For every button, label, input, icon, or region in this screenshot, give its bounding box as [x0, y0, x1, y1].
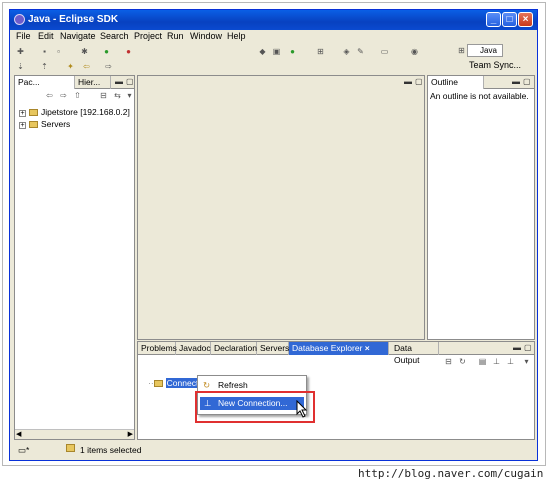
menu-help[interactable]: Help: [227, 31, 246, 41]
bottom-tabs: Problems Javadoc Declaration Servers Dat…: [138, 342, 534, 365]
minimize-view-icon[interactable]: ▬: [115, 77, 123, 86]
maximize-editor-icon[interactable]: ▢: [415, 77, 423, 86]
tab-package-explorer[interactable]: Pac...: [15, 76, 75, 89]
window-title: Java - Eclipse SDK: [28, 14, 119, 25]
folder-icon: [29, 121, 38, 128]
menu-window[interactable]: Window: [190, 31, 222, 41]
project-label: Jipetstore [192.168.0.2]: [41, 107, 130, 117]
new-package-icon[interactable]: ▣: [272, 47, 281, 56]
minimize-button[interactable]: _: [486, 12, 501, 27]
link-editor-icon[interactable]: ⇆: [113, 91, 122, 100]
tree-item-servers[interactable]: + Servers: [19, 119, 70, 129]
new-java-project-icon[interactable]: ◆: [258, 47, 267, 56]
status-icon: ▭*: [18, 445, 30, 455]
tab-problems[interactable]: Problems: [138, 342, 177, 355]
eclipse-icon: [14, 14, 25, 25]
java-perspective-button[interactable]: Java: [467, 44, 503, 57]
new-class-icon[interactable]: ●: [288, 47, 297, 56]
globe-icon[interactable]: ◉: [410, 47, 419, 56]
expand-icon[interactable]: +: [19, 110, 26, 117]
horizontal-scrollbar[interactable]: ◀ ▶: [15, 429, 134, 439]
tab-database-explorer-label: Database Explorer: [292, 343, 363, 353]
project-icon: [29, 109, 38, 116]
menu-navigate[interactable]: Navigate: [60, 31, 96, 41]
outline-message: An outline is not available.: [430, 91, 529, 101]
package-view-toolbar: ⇦ ⇨ ⇧ ⊟ ⇆ ▾: [15, 90, 134, 102]
open-folder-icon[interactable]: ▭: [380, 47, 389, 56]
scroll-left-icon[interactable]: ◀: [16, 430, 21, 438]
tree-item-project[interactable]: + Jipetstore [192.168.0.2]: [19, 107, 130, 117]
tab-data-output[interactable]: Data Output: [391, 342, 439, 365]
tab-hierarchy[interactable]: Hier...: [75, 76, 111, 89]
menu-search[interactable]: Search: [100, 31, 129, 41]
connections-icon: [153, 380, 163, 387]
menu-run[interactable]: Run: [167, 31, 184, 41]
maximize-view-icon[interactable]: ▢: [126, 77, 134, 86]
close-tab-icon[interactable]: ×: [365, 343, 370, 353]
connect-icon[interactable]: ⊥: [492, 357, 501, 366]
expand-icon[interactable]: +: [19, 122, 26, 129]
minimize-bottom-icon[interactable]: ▬: [513, 343, 521, 352]
forward-icon[interactable]: ⇨: [104, 62, 113, 71]
maximize-outline-icon[interactable]: ▢: [523, 77, 531, 86]
database-explorer-toolbar: ⊟ ↻ ▤ ⊥ ⊥ ▾: [138, 356, 534, 368]
save-icon[interactable]: ▪: [40, 47, 49, 56]
outline-tabs: Outline ▬ ▢: [428, 76, 534, 89]
collapse-all-icon[interactable]: ⊟: [99, 91, 108, 100]
footer-url: http://blog.naver.com/cugain: [358, 467, 544, 480]
tab-outline[interactable]: Outline: [428, 76, 484, 89]
minimize-editor-icon[interactable]: ▬: [404, 77, 412, 86]
collapse-tree-icon[interactable]: ⊟: [444, 357, 453, 366]
team-sync-perspective-button[interactable]: Team Sync...: [469, 60, 521, 70]
back-nav-icon[interactable]: ⇦: [45, 91, 54, 100]
forward-nav-icon[interactable]: ⇨: [59, 91, 68, 100]
previous-annotation-icon[interactable]: ⇡: [40, 62, 49, 71]
disconnect-icon[interactable]: ⊥: [506, 357, 515, 366]
perspective-switcher: ⊞ Java Team Sync...: [457, 44, 537, 74]
menu-project[interactable]: Project: [134, 31, 162, 41]
tab-declaration[interactable]: Declaration: [211, 342, 257, 355]
title-bar[interactable]: Java - Eclipse SDK _ □ ×: [10, 10, 537, 30]
open-type-icon[interactable]: ⊞: [316, 47, 325, 56]
maximize-bottom-icon[interactable]: ▢: [524, 343, 532, 352]
servers-label: Servers: [41, 119, 71, 129]
mouse-cursor-icon: [296, 400, 308, 418]
back-icon[interactable]: ⇦: [82, 62, 91, 71]
outline-panel: Outline ▬ ▢ An outline is not available.: [427, 75, 535, 340]
menu-edit[interactable]: Edit: [38, 31, 54, 41]
view-menu-icon[interactable]: ▾: [125, 91, 134, 100]
last-edit-icon[interactable]: ✦: [66, 62, 75, 71]
refresh-tree-icon[interactable]: ↻: [458, 357, 467, 366]
minimize-outline-icon[interactable]: ▬: [512, 77, 520, 86]
view-menu-icon[interactable]: ▾: [522, 357, 531, 366]
menu-file[interactable]: File: [16, 31, 31, 41]
edit-icon[interactable]: ✎: [356, 47, 365, 56]
external-tools-icon[interactable]: ●: [124, 47, 133, 56]
package-explorer-panel: Pac... Hier... ▬ ▢ ⇦ ⇨ ⇧ ⊟ ⇆ ▾ + Jipetsto…: [14, 75, 135, 440]
maximize-button[interactable]: □: [502, 12, 517, 27]
open-perspective-icon[interactable]: ⊞: [457, 46, 466, 55]
tab-database-explorer[interactable]: Database Explorer ×: [289, 342, 389, 355]
status-selection-text: 1 items selected: [80, 445, 142, 455]
editor-area[interactable]: ▬ ▢: [137, 75, 425, 340]
close-button[interactable]: ×: [518, 12, 533, 27]
refresh-label: Refresh: [218, 380, 248, 390]
scroll-right-icon[interactable]: ▶: [128, 430, 133, 438]
menu-bar: File Edit Navigate Search Project Run Wi…: [10, 30, 537, 44]
up-icon[interactable]: ⇧: [73, 91, 82, 100]
tab-servers[interactable]: Servers: [257, 342, 289, 355]
search-tool-icon[interactable]: ◈: [342, 47, 351, 56]
debug-icon[interactable]: ✱: [80, 47, 89, 56]
new-connection-tool-icon[interactable]: ▤: [478, 357, 487, 366]
run-icon[interactable]: ●: [102, 47, 111, 56]
selection-icon: [66, 444, 75, 452]
print-icon[interactable]: ▫: [54, 47, 63, 56]
package-explorer-tabs: Pac... Hier... ▬ ▢: [15, 76, 134, 89]
new-icon[interactable]: ✚: [16, 47, 25, 56]
status-bar: ▭* 1 items selected: [10, 440, 537, 460]
tab-javadoc[interactable]: Javadoc: [176, 342, 211, 355]
next-annotation-icon[interactable]: ⇣: [16, 62, 25, 71]
